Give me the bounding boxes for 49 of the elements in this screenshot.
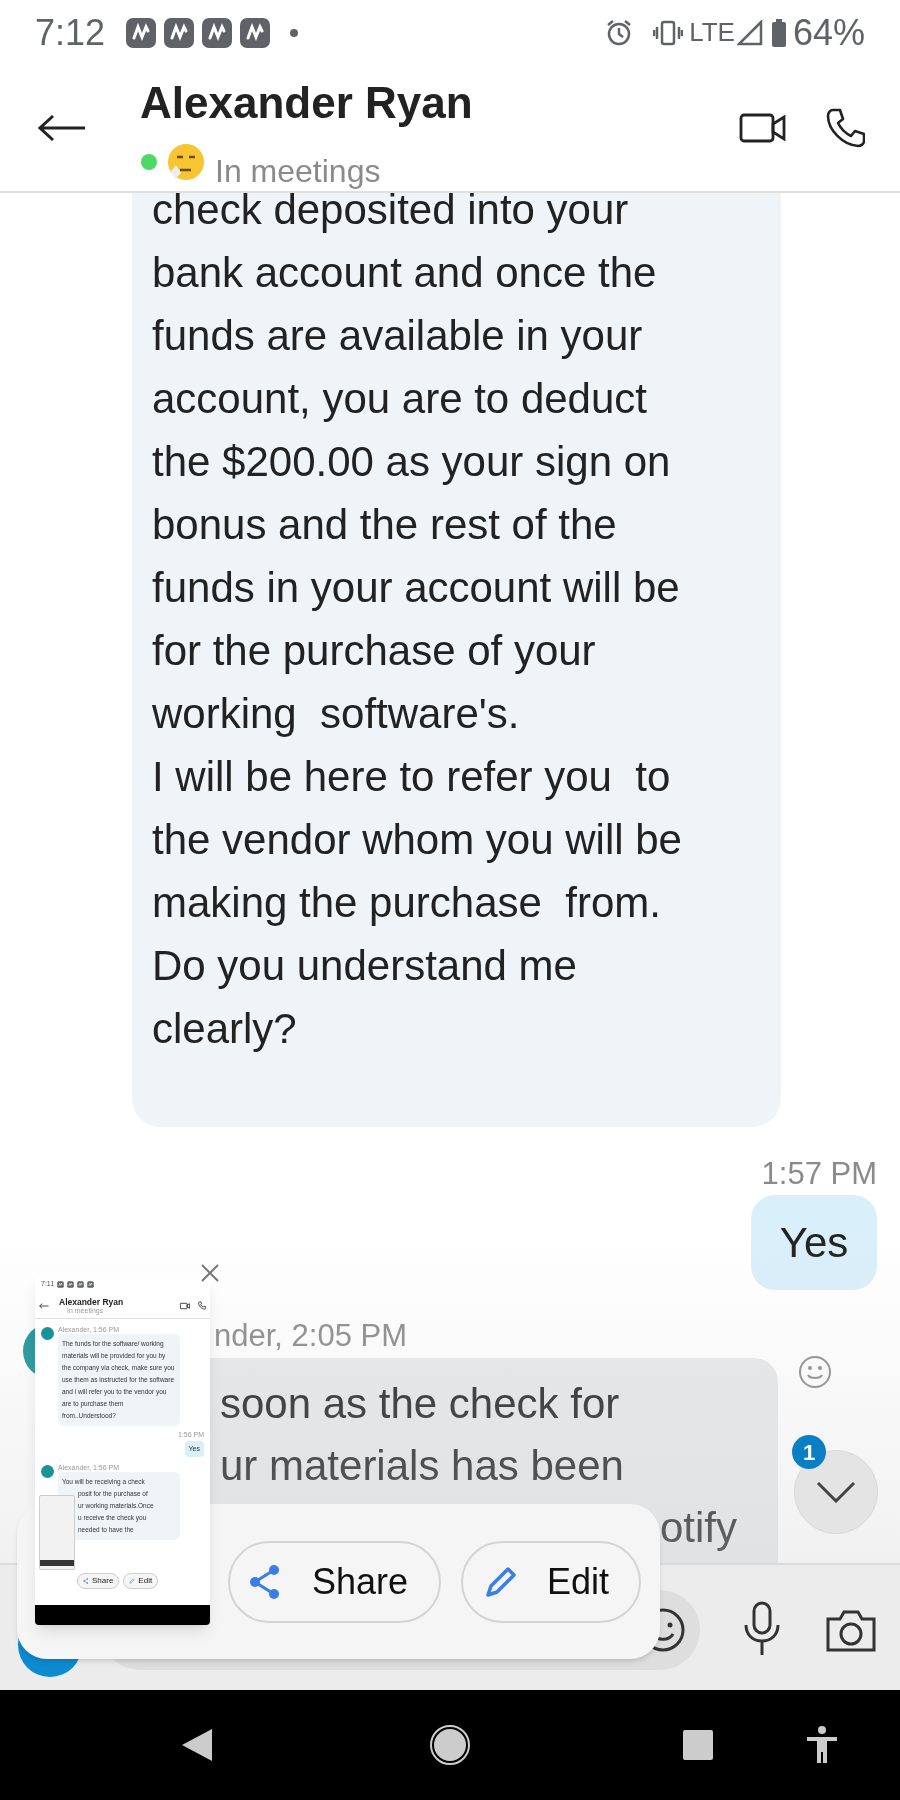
app-notification-icon <box>77 1280 85 1288</box>
message-text: check deposited into your bank account and once the funds are available in your account, you are to deduct the $200.00 as your sign on bonus and the rest of the funds in your account will be for the purchase of your working software's. I will be here to refer you to the vendor whom you will be making the purchase from. Do you understand me clearly? <box>152 193 683 1054</box>
message-time: 1:57 PM <box>761 1155 877 1193</box>
app-notification-icon <box>239 16 272 49</box>
unread-badge: 1 <box>792 1435 826 1469</box>
edit-button[interactable]: Edit <box>461 1540 641 1623</box>
recents-icon[interactable] <box>682 1729 714 1761</box>
message-sender: nder, 2:05 PM <box>214 1317 407 1355</box>
message-text: otify <box>660 1503 738 1553</box>
share-button: Share <box>77 1573 120 1589</box>
vibrate-icon <box>653 19 684 46</box>
phone-call-icon[interactable] <box>825 107 865 149</box>
contact-name: Alexander Ryan <box>59 1296 125 1307</box>
video-call-icon[interactable] <box>739 111 787 145</box>
phone-call-icon <box>198 1301 206 1310</box>
network-type: LTE <box>689 16 735 49</box>
message-bubble: Yes <box>751 1195 877 1290</box>
back-icon[interactable] <box>180 1727 214 1763</box>
edit-button: Edit <box>123 1573 159 1589</box>
app-notification-icon <box>87 1280 95 1288</box>
back-arrow-icon[interactable] <box>37 113 87 143</box>
battery-icon <box>770 18 787 47</box>
home-icon[interactable] <box>430 1725 470 1765</box>
accessibility-icon[interactable] <box>805 1725 839 1765</box>
status-time: 7:12 <box>35 10 106 55</box>
share-button[interactable]: Share <box>228 1540 441 1623</box>
signal-icon <box>736 19 763 46</box>
app-notification-icon <box>201 16 234 49</box>
back-arrow-icon <box>39 1301 49 1310</box>
app-notification-icon <box>163 16 196 49</box>
video-call-icon <box>180 1301 190 1310</box>
app-notification-icon <box>67 1280 75 1288</box>
add-reaction-icon[interactable] <box>798 1355 832 1389</box>
microphone-icon[interactable] <box>742 1601 782 1657</box>
message-text: soon as the check for ur materials has been <box>220 1379 624 1491</box>
avatar <box>41 1465 54 1478</box>
share-icon <box>83 1578 89 1584</box>
screenshot-preview-toast[interactable] <box>35 1275 210 1625</box>
app-notification-icon <box>57 1280 65 1288</box>
edit-icon <box>129 1578 136 1584</box>
emoji-icon <box>167 143 205 181</box>
close-icon[interactable] <box>200 1263 220 1283</box>
app-notification-icon <box>125 16 158 49</box>
chevron-down-icon <box>816 1481 856 1503</box>
battery-percentage: 64% <box>792 10 865 55</box>
contact-name: Alexander Ryan <box>140 77 474 129</box>
status-text: In meetings <box>215 152 381 191</box>
camera-icon[interactable] <box>825 1609 877 1653</box>
dot-icon <box>289 27 300 38</box>
